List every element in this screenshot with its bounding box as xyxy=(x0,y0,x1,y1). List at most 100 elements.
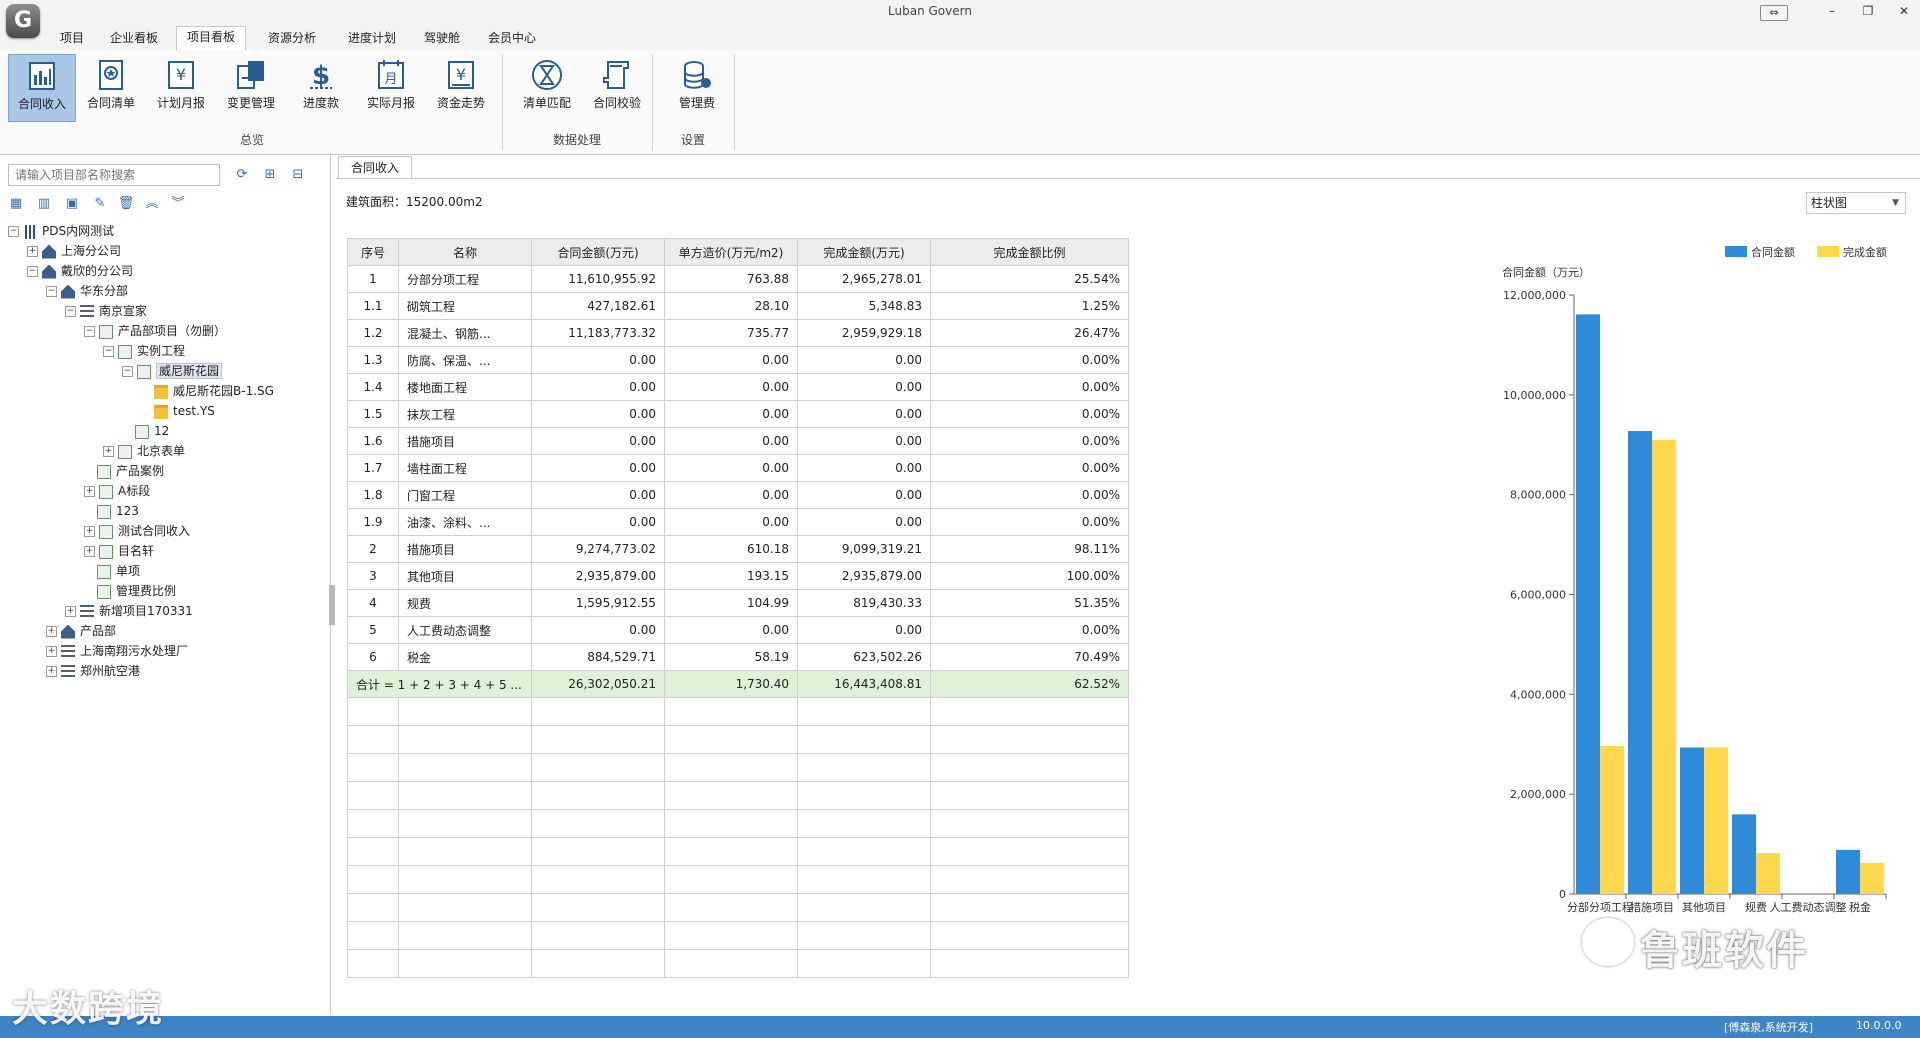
table-row[interactable]: 4 规费 1,595,912.55 104.99 819,430.33 51.35% xyxy=(347,589,1129,617)
tree-node[interactable]: + 上海南翔污水处理厂 xyxy=(46,641,188,661)
bar-1-1[interactable] xyxy=(1652,439,1676,894)
add-dept-icon[interactable]: ▥ xyxy=(34,195,54,213)
bar-1-2[interactable] xyxy=(1704,747,1728,894)
bar-0-5[interactable] xyxy=(1836,849,1860,894)
bar-1-0[interactable] xyxy=(1600,745,1624,894)
bar-1-5[interactable] xyxy=(1860,862,1884,894)
bar-0-3[interactable] xyxy=(1732,814,1756,894)
refresh-icon[interactable]: ⟳ xyxy=(232,166,252,184)
table-row[interactable]: 1.1 砌筑工程 427,182.61 28.10 5,348.83 1.25% xyxy=(347,292,1129,320)
tab-contract-income[interactable]: 合同收入 xyxy=(338,156,413,179)
ribbon-button-0-3[interactable]: 变更管理 xyxy=(218,54,284,120)
menu-item-5[interactable]: 驾驶舱 xyxy=(414,28,470,49)
expand-icon[interactable]: + xyxy=(27,246,38,257)
project-search-input[interactable] xyxy=(8,164,220,186)
column-header[interactable]: 完成金额比例 xyxy=(930,238,1129,266)
expand-icon[interactable]: + xyxy=(84,546,95,557)
ribbon-button-0-5[interactable]: 月实际月报 xyxy=(358,54,424,120)
ribbon-button-0-1[interactable]: 合同清单 xyxy=(78,54,144,120)
tree-node[interactable]: + 北京表单 xyxy=(103,441,185,461)
tree-node[interactable]: + 上海分公司 xyxy=(27,241,121,261)
tree-node[interactable]: 单项 xyxy=(84,561,140,581)
tree-node[interactable]: 12 xyxy=(122,421,169,441)
collapse-icon[interactable]: − xyxy=(27,266,38,277)
table-row[interactable]: 1.2 混凝土、钢筋... 11,183,773.32 735.77 2,959,929… xyxy=(347,319,1129,347)
ribbon-button-1-0[interactable]: 清单匹配 xyxy=(514,54,580,120)
tree-node[interactable]: − 南京宣家 xyxy=(65,301,147,321)
menu-item-1[interactable]: 企业看板 xyxy=(100,28,168,49)
table-row[interactable]: 2 措施项目 9,274,773.02 610.18 9,099,319.21 98.11… xyxy=(347,535,1129,563)
app-logo[interactable]: G xyxy=(6,4,40,38)
delete-icon[interactable]: 🗑 xyxy=(116,195,136,213)
expand-icon[interactable]: + xyxy=(46,626,57,637)
edit-icon[interactable]: ✎ xyxy=(90,195,110,213)
menu-item-6[interactable]: 会员中心 xyxy=(478,28,546,49)
column-header[interactable]: 名称 xyxy=(398,238,532,266)
column-header[interactable]: 合同金额(万元) xyxy=(531,238,665,266)
table-row[interactable]: 1.3 防腐、保温、... 0.00 0.00 0.00 0.00% xyxy=(347,346,1129,374)
tree-node[interactable]: + 郑州航空港 xyxy=(46,661,140,681)
table-row[interactable]: 5 人工费动态调整 0.00 0.00 0.00 0.00% xyxy=(347,616,1129,644)
tree-node[interactable]: test.YS xyxy=(141,401,215,421)
collapse-icon[interactable]: − xyxy=(8,226,19,237)
collapse-icon[interactable]: − xyxy=(46,286,57,297)
column-header[interactable]: 单方造价(万元/m2) xyxy=(664,238,798,266)
tree-node[interactable]: + 测试合同收入 xyxy=(84,521,190,541)
tree-node[interactable]: 管理费比例 xyxy=(84,581,176,601)
collapse-all-icon[interactable]: ⊟ xyxy=(288,166,308,184)
table-row[interactable]: 1.8 门窗工程 0.00 0.00 0.00 0.00% xyxy=(347,481,1129,509)
ribbon-button-2-0[interactable]: 管理费 xyxy=(664,54,730,120)
expand-icon[interactable]: + xyxy=(84,486,95,497)
table-row[interactable]: 1.4 楼地面工程 0.00 0.00 0.00 0.00% xyxy=(347,373,1129,401)
column-header[interactable]: 序号 xyxy=(347,238,399,266)
collapse-icon[interactable]: − xyxy=(65,306,76,317)
tree-node[interactable]: 123 xyxy=(84,501,139,521)
menu-item-0[interactable]: 项目 xyxy=(50,28,94,49)
expand-icon[interactable]: + xyxy=(46,646,57,657)
table-row[interactable]: 1.9 油漆、涂料、... 0.00 0.00 0.00 0.00% xyxy=(347,508,1129,536)
tree-node[interactable]: 威尼斯花园B-1.SG xyxy=(141,381,274,401)
collapse-icon[interactable]: − xyxy=(84,326,95,337)
close-button[interactable]: ✕ xyxy=(1890,2,1918,20)
tree-node[interactable]: − 实例工程 xyxy=(103,341,185,361)
expand-icon[interactable]: + xyxy=(84,526,95,537)
ribbon-button-0-6[interactable]: ¥ 资金走势 xyxy=(428,54,494,120)
column-header[interactable]: 完成金额(万元) xyxy=(797,238,931,266)
tree-node[interactable]: − 华东分部 xyxy=(46,281,128,301)
panel-splitter[interactable] xyxy=(329,585,335,625)
menu-item-4[interactable]: 进度计划 xyxy=(338,28,406,49)
menu-item-3[interactable]: 资源分析 xyxy=(258,28,326,49)
tree-node[interactable]: + 产品部 xyxy=(46,621,116,641)
expand-icon[interactable]: + xyxy=(103,446,114,457)
chart-type-select[interactable]: 柱状图 ▼ xyxy=(1806,192,1906,214)
bar-0-2[interactable] xyxy=(1680,747,1704,894)
ribbon-button-0-0[interactable]: 合同收入 xyxy=(8,54,76,122)
tree-node[interactable]: 产品案例 xyxy=(84,461,164,481)
maximize-button[interactable]: ❐ xyxy=(1854,2,1882,20)
expand-all-icon[interactable]: ⊞ xyxy=(260,166,280,184)
expand-icon[interactable]: + xyxy=(65,606,76,617)
table-row[interactable]: 1.7 墙柱面工程 0.00 0.00 0.00 0.00% xyxy=(347,454,1129,482)
ribbon-button-0-4[interactable]: $ 进度款 xyxy=(288,54,354,120)
swap-window-icon[interactable]: ⇔ xyxy=(1760,5,1788,21)
minimize-button[interactable]: – xyxy=(1818,2,1846,20)
collapse-icon[interactable]: − xyxy=(122,366,133,377)
tree-node[interactable]: + 新增项目170331 xyxy=(65,601,193,621)
bar-0-0[interactable] xyxy=(1576,314,1600,894)
ribbon-button-1-1[interactable]: 合同校验 xyxy=(584,54,650,120)
bar-1-3[interactable] xyxy=(1756,853,1780,894)
ribbon-button-0-2[interactable]: ¥ 计划月报 xyxy=(148,54,214,120)
table-row[interactable]: 6 税金 884,529.71 58.19 623,502.26 70.49% xyxy=(347,643,1129,671)
total-row[interactable]: 合计 = 1 + 2 + 3 + 4 + 5 ... 26,302,050.21 1… xyxy=(347,670,1129,698)
expand-icon[interactable]: + xyxy=(46,666,57,677)
table-row[interactable]: 1 分部分项工程 11,610,955.92 763.88 2,965,278.01 25… xyxy=(347,265,1129,293)
tree-node[interactable]: − 戴欣的分公司 xyxy=(27,261,133,281)
table-row[interactable]: 1.5 抹灰工程 0.00 0.00 0.00 0.00% xyxy=(347,400,1129,428)
add-project-icon[interactable]: ▣ xyxy=(62,195,82,213)
move-down-icon[interactable]: ︾ xyxy=(168,195,188,213)
menu-item-2[interactable]: 项目看板 xyxy=(176,26,247,51)
table-row[interactable]: 3 其他项目 2,935,879.00 193.15 2,935,879.00 100.0… xyxy=(347,562,1129,590)
tree-node[interactable]: + 目名轩 xyxy=(84,541,154,561)
collapse-icon[interactable]: − xyxy=(103,346,114,357)
tree-node[interactable]: − PDS内网测试 xyxy=(8,221,114,241)
